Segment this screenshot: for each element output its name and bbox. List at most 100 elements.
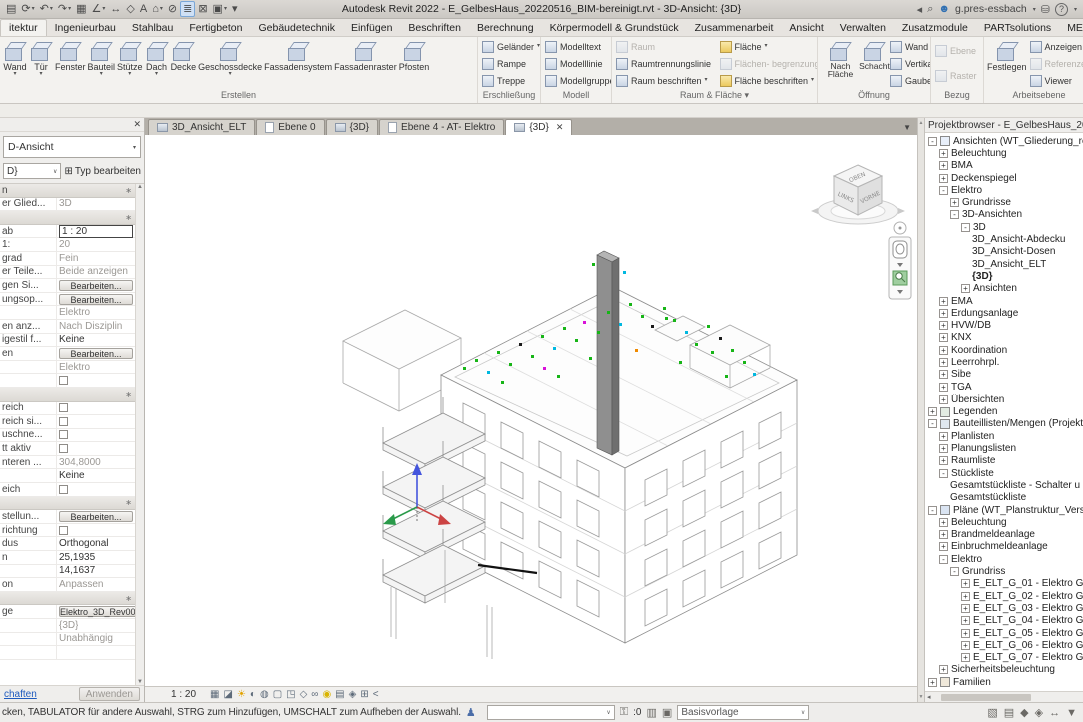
search-icon[interactable]: ⌕ [927, 3, 933, 16]
property-value[interactable]: 1 : 20 [59, 225, 133, 238]
show-crop-region-icon[interactable]: ◳ [286, 689, 295, 701]
scroll-up-icon[interactable]: ▲ [137, 184, 143, 190]
ribbon-button[interactable]: Bauteil ▾ [87, 38, 117, 89]
view-scale[interactable]: 1 : 20 [171, 689, 196, 700]
section-icon[interactable]: ⊘ [166, 1, 179, 17]
tree-expander-icon[interactable]: + [928, 407, 937, 416]
tree-item[interactable]: - Grundriss [925, 565, 1083, 577]
property-edit-button[interactable]: Bearbeiten... [59, 511, 133, 522]
property-value[interactable]: 3D [59, 198, 72, 209]
ribbon-button[interactable]: Fläche beschriften▾ [718, 72, 816, 89]
property-row[interactable]: grad Fein [0, 252, 135, 266]
tree-item[interactable]: {3D} [925, 270, 1083, 282]
temporary-view-properties-icon[interactable]: ▤ [335, 689, 344, 701]
tree-item[interactable]: + Legenden [925, 406, 1083, 418]
tree-item[interactable]: 3D_Ansicht-Abdecku [925, 233, 1083, 245]
property-value[interactable]: {3D} [59, 620, 78, 631]
tree-expander-icon[interactable]: + [939, 432, 948, 441]
tree-item[interactable]: - Elektro [925, 553, 1083, 565]
ribbon-button[interactable]: Schacht [861, 38, 888, 89]
group-pin-icon[interactable]: ∗ [125, 213, 135, 222]
tree-item[interactable]: + Erdungsanlage [925, 307, 1083, 319]
property-row[interactable]: er Teile... Beide anzeigen [0, 266, 135, 280]
ribbon-tab[interactable]: Zusatzmodule [894, 20, 976, 36]
property-row[interactable]: en Bearbeiten... [0, 347, 135, 361]
tree-item[interactable]: + Brandmeldeanlage [925, 529, 1083, 541]
tree-expander-icon[interactable]: + [939, 456, 948, 465]
view-tab[interactable]: Ebene 4 - AT- Elektro [379, 119, 504, 135]
view-tab[interactable]: {3D} [326, 119, 378, 135]
property-row[interactable]: en anz... Nach Disziplin [0, 320, 135, 334]
tree-expander-icon[interactable]: + [939, 333, 948, 342]
customize-qat-icon[interactable]: ▾ [230, 1, 240, 17]
ribbon-tab[interactable]: Berechnung [469, 20, 542, 36]
property-row[interactable]: richtung [0, 524, 135, 538]
select-elements-by-face-icon[interactable]: ◈ [1035, 706, 1043, 719]
property-value[interactable]: 14,1637 [59, 565, 95, 576]
ribbon-tab[interactable]: Ingenieurbau [47, 20, 124, 36]
ribbon-tab[interactable]: Zusammenarbeit [687, 20, 782, 36]
palette-close-icon[interactable]: ✕ [133, 119, 141, 130]
editing-requests-icon[interactable]: ⚿ [620, 706, 628, 719]
viewport-scrollbar[interactable]: ▲▼ [917, 118, 925, 702]
tree-expander-icon[interactable]: + [939, 149, 948, 158]
tree-expander-icon[interactable]: + [961, 579, 970, 588]
expand-control-bar-icon[interactable]: < [373, 689, 379, 701]
tree-item[interactable]: + Sicherheitsbeleuchtung [925, 664, 1083, 676]
drag-elements-on-selection-icon[interactable]: ↔ [1049, 707, 1060, 719]
tree-expander-icon[interactable]: + [939, 395, 948, 404]
ribbon-tab[interactable]: Fertigbeton [181, 20, 250, 36]
tree-expander-icon[interactable]: + [939, 530, 948, 539]
tree-item[interactable]: + Beleuchtung [925, 516, 1083, 528]
tree-item[interactable]: + E_ELT_G_04 - Elektro Gru [925, 615, 1083, 627]
property-row[interactable]: igestil f... Keine [0, 334, 135, 348]
tree-item[interactable]: - 3D [925, 221, 1083, 233]
tree-expander-icon[interactable]: + [939, 665, 948, 674]
collapse-arrow-icon[interactable]: ◂ [917, 3, 923, 16]
tree-item[interactable]: + Übersichten [925, 393, 1083, 405]
group-pin-icon[interactable]: ∗ [125, 390, 135, 399]
ribbon-tab[interactable]: Verwalten [832, 20, 894, 36]
ribbon-button[interactable]: Raster [933, 70, 979, 82]
worksharing-status-icon[interactable]: ♟ [466, 706, 476, 719]
tree-expander-icon[interactable]: + [939, 444, 948, 453]
user-menu-caret-icon[interactable]: ▾ [1033, 6, 1036, 13]
tree-item[interactable]: + Familien [925, 676, 1083, 688]
view-cube[interactable]: OBEN LINKS VORNE [811, 165, 905, 224]
design-option-dropdown[interactable]: Basisvorlage∨ [677, 705, 809, 720]
measure-icon[interactable]: ∠▾ [90, 1, 108, 17]
group-pin-icon[interactable]: ∗ [125, 186, 135, 195]
tree-expander-icon[interactable]: + [961, 604, 970, 613]
ribbon-button[interactable]: Fenster [54, 38, 87, 89]
print-icon[interactable]: ▦ [74, 1, 88, 17]
ribbon-button[interactable]: Fassadensystem [263, 38, 333, 89]
aligned-dimension-icon[interactable]: ↔ [108, 1, 123, 17]
tree-expander-icon[interactable]: + [939, 174, 948, 183]
rendering-dialog-icon[interactable]: ◍ [260, 689, 269, 701]
property-row[interactable]: {3D} [0, 619, 135, 633]
ribbon-button[interactable]: Raumtrennungslinie [614, 55, 712, 72]
property-row[interactable]: Elektro [0, 306, 135, 320]
property-edit-button[interactable]: Bearbeiten... [59, 348, 133, 359]
property-row[interactable]: eich [0, 483, 135, 497]
ribbon-button[interactable]: Decke [170, 38, 198, 89]
view-tab[interactable]: {3D} ✕ [505, 119, 572, 135]
tree-expander-icon[interactable]: + [961, 629, 970, 638]
type-combo[interactable]: D}∨ [3, 163, 61, 179]
tree-item[interactable]: + Koordination [925, 344, 1083, 356]
edit-type-button[interactable]: ⊞Typ bearbeiten [64, 166, 141, 177]
ribbon-button[interactable]: Vertikal [888, 58, 928, 70]
property-row[interactable]: stellun... Bearbeiten... [0, 510, 135, 524]
filter-icon[interactable]: ▼ [1066, 707, 1077, 719]
property-row[interactable]: er Glied... 3D [0, 198, 135, 212]
property-row[interactable]: tt aktiv [0, 442, 135, 456]
property-row[interactable]: ∗ [0, 388, 135, 402]
signed-in-user[interactable]: g.pres-essbach [955, 3, 1027, 15]
tree-expander-icon[interactable]: + [939, 346, 948, 355]
ribbon-button[interactable]: Rampe [480, 58, 538, 70]
project-browser-title[interactable]: Projektbrowser - E_GelbesHaus_20220516 [925, 118, 1083, 133]
property-value[interactable]: 304,8000 [59, 457, 101, 468]
view-tab-overflow-icon[interactable]: ▼ [903, 123, 917, 135]
ribbon-button[interactable]: Treppe [480, 75, 538, 87]
property-checkbox[interactable] [59, 526, 68, 535]
